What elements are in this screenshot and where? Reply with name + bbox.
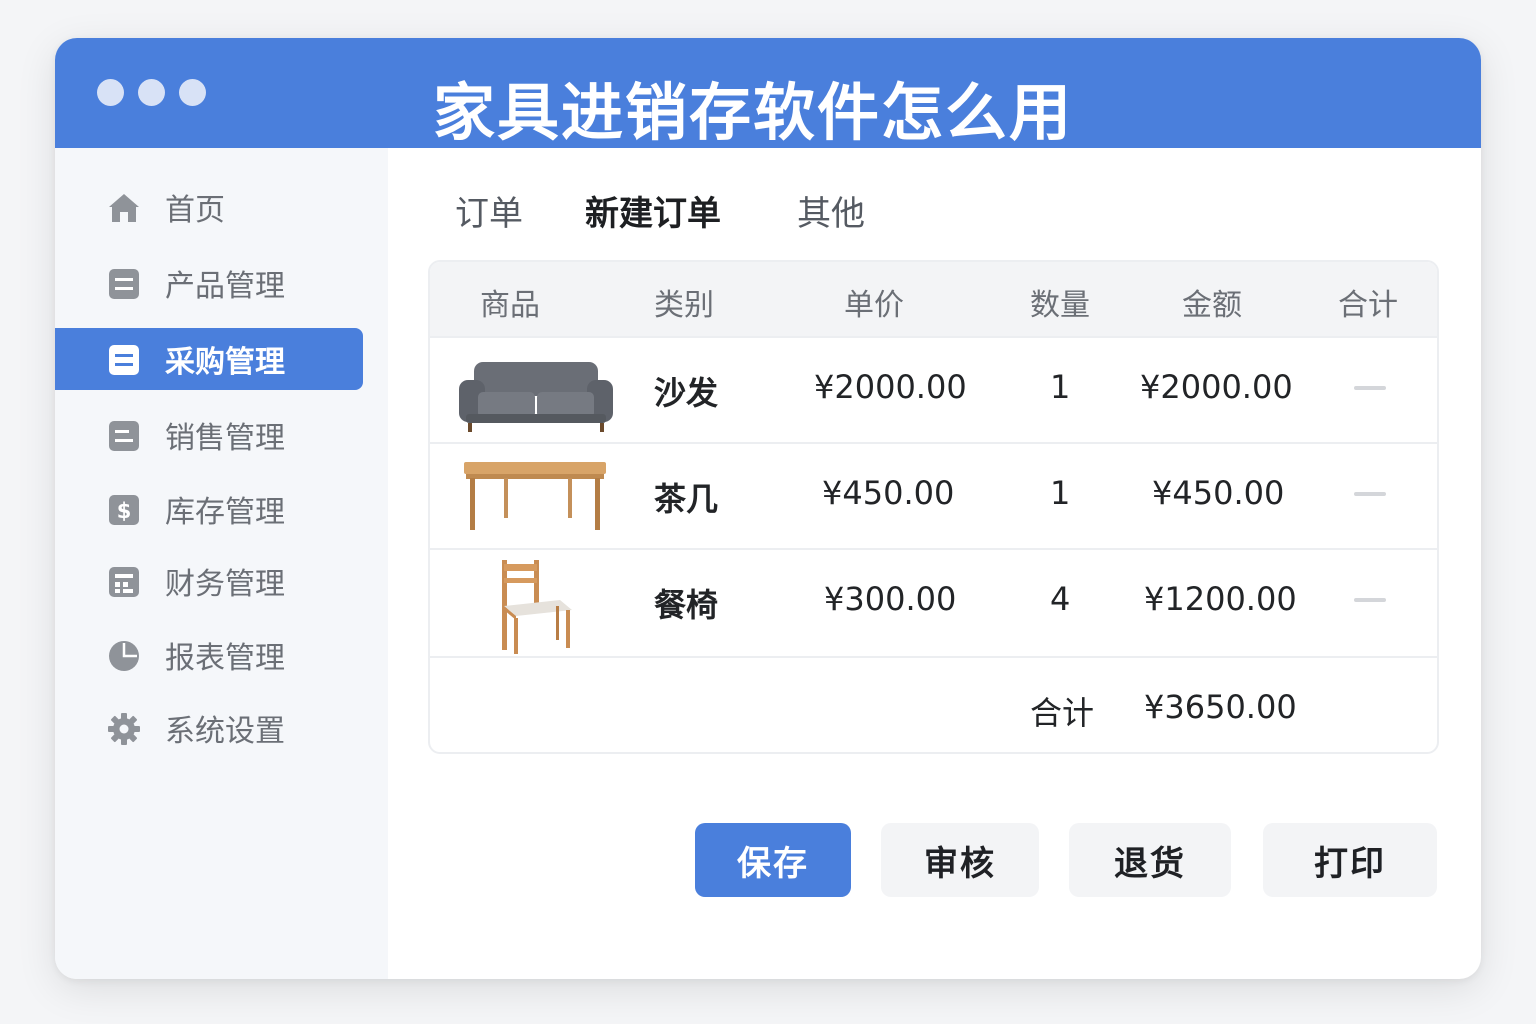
sidebar: 首页 产品管理 采购管理 销售管理 $ 库存管理 财务管理 报表管理 系统设置: [55, 148, 388, 979]
window-title: 家具进销存软件怎么用: [433, 76, 1074, 149]
table-row[interactable]: 茶几 ¥450.00 1 ¥450.00: [430, 442, 1437, 548]
total-label: 合计: [1030, 694, 1095, 732]
tab-other[interactable]: 其他: [797, 186, 865, 235]
window-controls: [97, 79, 206, 106]
gear-icon: [108, 713, 140, 745]
amount: ¥1200.00: [1144, 580, 1297, 618]
column-header-product: 商品: [480, 288, 540, 323]
total-row: 合计 ¥3650.00: [430, 656, 1437, 752]
sidebar-item-label: 财务管理: [165, 567, 285, 602]
list-icon: [109, 345, 139, 375]
review-button[interactable]: 审核: [881, 823, 1039, 897]
maximize-dot[interactable]: [179, 79, 206, 106]
table-row[interactable]: 餐椅 ¥300.00 4 ¥1200.00: [430, 548, 1437, 654]
column-header-total: 合计: [1338, 288, 1398, 323]
app-window: 家具进销存软件怎么用 首页 产品管理 采购管理 销售管理 $ 库存管理 财务管理…: [55, 38, 1481, 979]
column-header-quantity: 数量: [1030, 288, 1090, 323]
unit-price: ¥2000.00: [814, 368, 967, 406]
sidebar-item-label: 首页: [165, 193, 225, 228]
sidebar-item-label: 库存管理: [165, 495, 285, 530]
pie-chart-icon: [109, 641, 139, 671]
return-button[interactable]: 退货: [1069, 823, 1231, 897]
minimize-dot[interactable]: [138, 79, 165, 106]
column-header-amount: 金额: [1182, 288, 1242, 323]
sidebar-item-home[interactable]: 首页: [55, 176, 363, 238]
product-name: 沙发: [654, 374, 719, 412]
sidebar-item-label: 采购管理: [165, 345, 285, 380]
save-button[interactable]: 保存: [695, 823, 851, 897]
svg-text:$: $: [117, 499, 132, 523]
quantity[interactable]: 1: [1050, 368, 1070, 406]
chair-image: [502, 560, 572, 654]
unit-price: ¥300.00: [824, 580, 957, 618]
column-header-unit-price: 单价: [844, 288, 904, 323]
quantity[interactable]: 1: [1050, 474, 1070, 512]
remove-row-button[interactable]: [1354, 492, 1386, 496]
home-icon: [109, 194, 139, 222]
tab-new-order[interactable]: 新建订单: [585, 186, 721, 235]
sofa-image: [459, 362, 613, 432]
print-button[interactable]: 打印: [1263, 823, 1437, 897]
sidebar-item-products[interactable]: 产品管理: [55, 252, 363, 314]
amount: ¥2000.00: [1140, 368, 1293, 406]
close-dot[interactable]: [97, 79, 124, 106]
sidebar-item-inventory[interactable]: $ 库存管理: [55, 478, 363, 540]
sidebar-item-label: 产品管理: [165, 269, 285, 304]
sidebar-item-label: 报表管理: [165, 641, 285, 676]
list-icon: [109, 421, 139, 451]
remove-row-button[interactable]: [1354, 598, 1386, 602]
table-image: [464, 462, 606, 530]
quantity[interactable]: 4: [1050, 580, 1070, 618]
register-icon: [109, 567, 139, 597]
product-name: 茶几: [654, 480, 719, 518]
sidebar-item-finance[interactable]: 财务管理: [55, 550, 363, 612]
table-header: 商品 类别 单价 数量 金额 合计: [430, 262, 1437, 336]
list-icon: [109, 269, 139, 299]
total-value: ¥3650.00: [1144, 688, 1297, 726]
sidebar-item-sales[interactable]: 销售管理: [55, 404, 363, 466]
amount: ¥450.00: [1152, 474, 1285, 512]
product-name: 餐椅: [654, 586, 719, 624]
table-row[interactable]: 沙发 ¥2000.00 1 ¥2000.00: [430, 336, 1437, 442]
remove-row-button[interactable]: [1354, 386, 1386, 390]
order-table: 商品 类别 单价 数量 金额 合计 沙发 ¥2000.00 1 ¥2000.00: [428, 260, 1439, 754]
title-bar: 家具进销存软件怎么用: [55, 38, 1481, 149]
tab-orders[interactable]: 订单: [455, 186, 523, 235]
column-header-category: 类别: [654, 288, 714, 323]
dollar-icon: $: [109, 495, 139, 525]
unit-price: ¥450.00: [822, 474, 955, 512]
sidebar-item-settings[interactable]: 系统设置: [55, 697, 363, 759]
sidebar-item-label: 系统设置: [165, 714, 285, 749]
sidebar-item-reports[interactable]: 报表管理: [55, 624, 363, 686]
sidebar-item-label: 销售管理: [165, 421, 285, 456]
sidebar-item-purchasing[interactable]: 采购管理: [55, 328, 363, 390]
